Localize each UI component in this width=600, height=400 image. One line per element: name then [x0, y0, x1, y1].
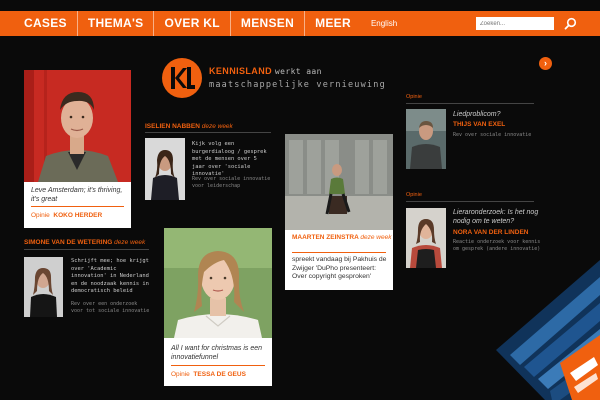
- opinion-meta: Reactie onderzoek voor kennis om gesprek…: [453, 239, 541, 252]
- week-label: deze week: [114, 239, 146, 246]
- decorative-bookshelf-image: [496, 260, 600, 400]
- person-heading-simone[interactable]: SIMONE VAN DE WETERING deze week: [24, 239, 145, 246]
- portrait-photo: [406, 208, 446, 268]
- person-statement: Schrijft mee; hoe krijgt over 'Academic …: [71, 258, 149, 295]
- portrait-photo: [406, 109, 446, 169]
- portrait-photo: [24, 70, 131, 182]
- divider: [292, 252, 386, 253]
- person-meta[interactable]: Rev over een onderzoek voor tot sociale …: [71, 301, 151, 315]
- opinion-author[interactable]: NORA VAN DER LINDEN: [453, 229, 528, 236]
- main-nav: CASES THEMA'S OVER KL MENSEN MEER Englis…: [14, 11, 397, 36]
- person-statement: spreekt vandaag bij Pakhuis de Zwijger '…: [292, 256, 387, 281]
- section-label-opinie: Opinie: [406, 94, 422, 100]
- divider: [24, 249, 149, 250]
- portrait-photo: [145, 138, 185, 200]
- logo-tagline: maatschappelijke vernieuwing: [209, 80, 386, 90]
- language-link-english[interactable]: English: [361, 11, 397, 36]
- card-label: Opinie: [171, 371, 190, 378]
- week-label: deze week: [201, 123, 233, 130]
- portrait-photo: [285, 134, 393, 230]
- person-card-maarten[interactable]: MAARTEN ZEINSTRA deze week spreekt vanda…: [285, 134, 393, 290]
- week-label: deze week: [360, 234, 392, 241]
- search-icon[interactable]: [564, 17, 577, 30]
- divider: [31, 206, 124, 207]
- person-name: ISELIEN NABBEN: [145, 123, 200, 130]
- nav-item-meer[interactable]: MEER: [305, 11, 361, 36]
- opinion-title[interactable]: Lieraronderzoek: Is het nog nodig om te …: [453, 208, 545, 226]
- search-input[interactable]: [476, 17, 554, 30]
- divider: [406, 103, 534, 104]
- opinion-title[interactable]: Liedproblicom?: [453, 110, 543, 119]
- opinion-card-tessa[interactable]: All I want for christmas is een innovati…: [164, 228, 272, 386]
- person-name: MAARTEN ZEINSTRA: [292, 234, 359, 241]
- portrait-photo: [24, 257, 63, 317]
- kennisland-logo-icon: [162, 58, 202, 98]
- nav-item-cases[interactable]: CASES: [14, 11, 78, 36]
- card-label: Opinie: [31, 212, 50, 219]
- logo-name-suffix: werkt aan: [274, 67, 322, 76]
- card-quote: Leve Amsterdam; it's thriving, it's grea…: [31, 187, 123, 203]
- person-heading-maarten: MAARTEN ZEINSTRA deze week: [292, 234, 391, 241]
- card-author[interactable]: TESSA DE GEUS: [193, 371, 246, 378]
- nav-item-over-kl[interactable]: OVER KL: [154, 11, 231, 36]
- divider: [171, 365, 265, 366]
- logo-name: KENNISLAND: [209, 66, 273, 76]
- person-meta[interactable]: Rev over sociale innovatie voor leidersc…: [192, 176, 272, 190]
- divider: [145, 132, 271, 133]
- person-statement: Kijk volg een burgerdialoog / gesprek me…: [192, 141, 267, 178]
- next-arrow-button[interactable]: ›: [539, 57, 552, 70]
- top-navigation-bar: CASES THEMA'S OVER KL MENSEN MEER Englis…: [0, 11, 600, 36]
- person-heading-iselien[interactable]: ISELIEN NABBEN deze week: [145, 123, 233, 130]
- opinion-card-koko[interactable]: Leve Amsterdam; it's thriving, it's grea…: [24, 70, 131, 228]
- card-byline: Opinie KOKO HERDER: [31, 212, 102, 219]
- page: CASES THEMA'S OVER KL MENSEN MEER Englis…: [0, 0, 600, 400]
- portrait-photo: [164, 228, 272, 338]
- opinion-meta: Rev over sociale innovatie: [453, 132, 532, 138]
- card-author[interactable]: KOKO HERDER: [53, 212, 102, 219]
- logo-wordmark: KENNISLAND werkt aan: [209, 66, 322, 76]
- card-quote: All I want for christmas is een innovati…: [171, 345, 263, 361]
- person-name: SIMONE VAN DE WETERING: [24, 239, 113, 246]
- section-label-opinie: Opinie: [406, 192, 422, 198]
- nav-item-mensen[interactable]: MENSEN: [231, 11, 306, 36]
- nav-item-themas[interactable]: THEMA'S: [78, 11, 155, 36]
- divider: [406, 201, 534, 202]
- opinion-author[interactable]: THIJS VAN EXEL: [453, 121, 505, 128]
- card-byline: Opinie TESSA DE GEUS: [171, 371, 246, 378]
